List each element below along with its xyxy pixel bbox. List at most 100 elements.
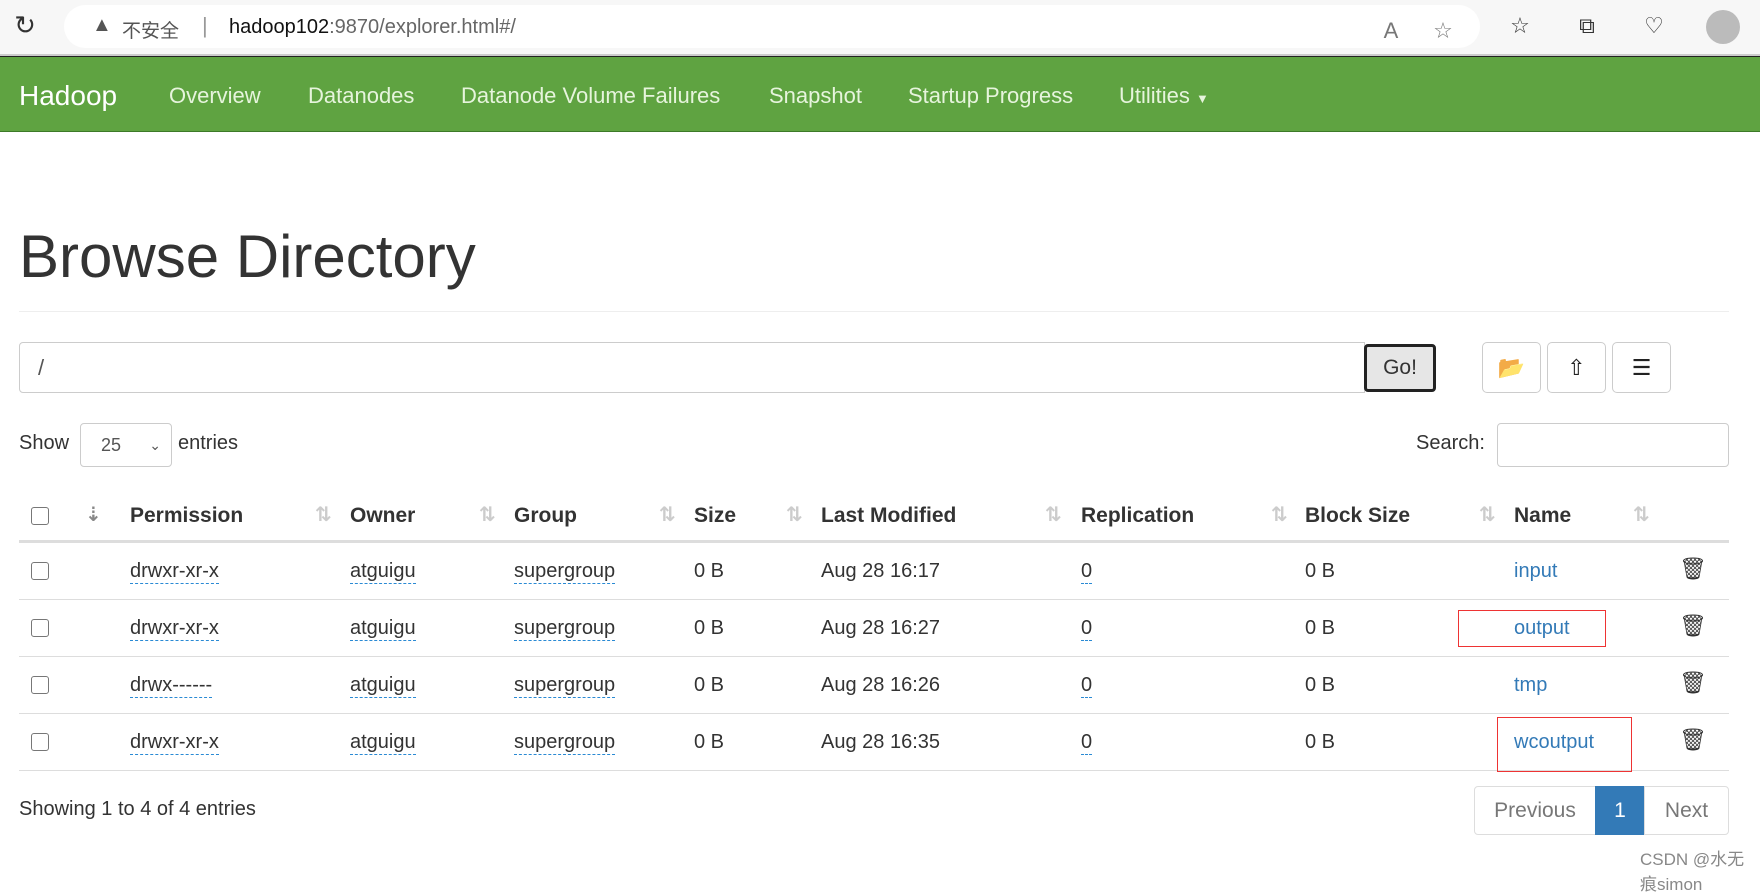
- search-label: Search:: [1416, 432, 1485, 454]
- owner-cell[interactable]: atguigu: [350, 617, 416, 641]
- name-link[interactable]: input: [1514, 560, 1557, 583]
- insecure-label: 不安全: [122, 21, 180, 42]
- upload-button[interactable]: ⇧: [1547, 342, 1606, 393]
- group-cell[interactable]: supergroup: [514, 560, 616, 584]
- table-row: drwxr-xr-x atguigu supergroup 0 B Aug 28 16:…: [19, 600, 1729, 657]
- nav-snapshot[interactable]: Snapshot: [769, 83, 862, 109]
- permission-cell[interactable]: drwxr-xr-x: [130, 560, 219, 584]
- sort-icon[interactable]: ⇅: [1271, 502, 1288, 527]
- go-button[interactable]: Go!: [1364, 344, 1436, 392]
- modified-cell: Aug 28 16:26: [821, 674, 940, 696]
- sort-icon[interactable]: ⇅: [1045, 502, 1062, 527]
- sort-icon[interactable]: ⇅: [659, 502, 676, 527]
- trash-icon[interactable]: 🗑: [1679, 556, 1707, 582]
- size-cell: 0 B: [694, 560, 725, 582]
- page-size-select[interactable]: 25 ⌄: [80, 423, 172, 467]
- replication-cell[interactable]: 0: [1081, 674, 1093, 698]
- browser-essentials-icon[interactable]: ♡: [1637, 13, 1671, 39]
- block-size-cell: 0 B: [1305, 674, 1336, 696]
- nav-volume-failures[interactable]: Datanode Volume Failures: [461, 83, 720, 109]
- col-last-modified[interactable]: Last Modified: [821, 504, 956, 528]
- sort-icon[interactable]: ⇣: [85, 502, 102, 527]
- col-owner[interactable]: Owner: [350, 504, 415, 528]
- sort-icon[interactable]: ⇅: [786, 502, 803, 527]
- col-permission[interactable]: Permission: [130, 504, 243, 528]
- replication-cell[interactable]: 0: [1081, 617, 1093, 641]
- group-cell[interactable]: supergroup: [514, 731, 616, 755]
- group-cell[interactable]: supergroup: [514, 674, 616, 698]
- divider: [19, 311, 1729, 312]
- browser-toolbar: ↻ ▲ 不安全 | hadoop102:9870/explorer.html#/…: [0, 0, 1760, 56]
- modified-cell: Aug 28 16:35: [821, 731, 940, 753]
- trash-icon[interactable]: 🗑: [1679, 670, 1707, 696]
- sort-icon[interactable]: ⇅: [1633, 502, 1650, 527]
- owner-cell[interactable]: atguigu: [350, 731, 416, 755]
- col-replication[interactable]: Replication: [1081, 504, 1194, 528]
- navbar: Hadoop Overview Datanodes Datanode Volum…: [0, 56, 1760, 132]
- group-cell[interactable]: supergroup: [514, 617, 616, 641]
- entries-label: entries: [178, 432, 239, 454]
- owner-cell[interactable]: atguigu: [350, 674, 416, 698]
- owner-cell[interactable]: atguigu: [350, 560, 416, 584]
- block-size-cell: 0 B: [1305, 617, 1336, 639]
- replication-cell[interactable]: 0: [1081, 731, 1093, 755]
- url-text[interactable]: hadoop102:9870/explorer.html#/: [229, 16, 516, 39]
- sort-icon[interactable]: ⇅: [1479, 502, 1496, 527]
- address-bar[interactable]: ▲ 不安全 | hadoop102:9870/explorer.html#/ A…: [64, 5, 1480, 48]
- col-group[interactable]: Group: [514, 504, 577, 528]
- replication-cell[interactable]: 0: [1081, 560, 1093, 584]
- page-title: Browse Directory: [19, 223, 476, 290]
- favorites-icon[interactable]: ☆: [1503, 13, 1537, 39]
- nav-overview[interactable]: Overview: [169, 83, 261, 109]
- path-input[interactable]: [19, 342, 1365, 393]
- name-link[interactable]: tmp: [1514, 674, 1547, 697]
- brand[interactable]: Hadoop: [19, 80, 117, 112]
- col-name[interactable]: Name: [1514, 504, 1571, 528]
- trash-icon[interactable]: 🗑: [1679, 727, 1707, 753]
- cut-paste-button[interactable]: ☰: [1612, 342, 1671, 393]
- search-input[interactable]: [1497, 423, 1729, 467]
- warning-icon: ▲: [92, 14, 112, 36]
- nav-datanodes[interactable]: Datanodes: [308, 83, 414, 109]
- sort-icon[interactable]: ⇅: [479, 502, 496, 527]
- nav-utilities[interactable]: Utilities ▼: [1119, 83, 1209, 109]
- separator: |: [202, 13, 208, 38]
- nav-utilities-label: Utilities: [1119, 83, 1190, 108]
- permission-cell[interactable]: drwx------: [130, 674, 213, 698]
- read-aloud-icon[interactable]: A: [1374, 18, 1408, 44]
- page-1-button[interactable]: 1: [1595, 786, 1645, 835]
- select-all-checkbox[interactable]: [31, 507, 49, 525]
- previous-button[interactable]: Previous: [1474, 786, 1596, 835]
- size-cell: 0 B: [694, 731, 725, 753]
- cloud-upload-icon: ⇧: [1567, 355, 1586, 380]
- row-checkbox[interactable]: [31, 676, 49, 694]
- row-checkbox[interactable]: [31, 733, 49, 751]
- reload-icon[interactable]: ↻: [10, 10, 40, 40]
- create-directory-button[interactable]: 📂: [1482, 342, 1541, 393]
- modified-cell: Aug 28 16:17: [821, 560, 940, 582]
- size-cell: 0 B: [694, 674, 725, 696]
- table-info: Showing 1 to 4 of 4 entries: [19, 798, 256, 820]
- trash-icon[interactable]: 🗑: [1679, 613, 1707, 639]
- url-host: hadoop102: [229, 16, 330, 38]
- url-path: :9870/explorer.html#/: [329, 16, 516, 38]
- sort-icon[interactable]: ⇅: [315, 502, 332, 527]
- profile-avatar[interactable]: [1706, 10, 1740, 44]
- block-size-cell: 0 B: [1305, 731, 1336, 753]
- next-button[interactable]: Next: [1644, 786, 1729, 835]
- table-row: drwxr-xr-x atguigu supergroup 0 B Aug 28 16:…: [19, 714, 1729, 772]
- table-header: ⇣ Permission ⇅ Owner ⇅ Group ⇅ Size ⇅ Last M…: [19, 489, 1729, 543]
- show-label: Show: [19, 432, 70, 454]
- table-row: drwx------ atguigu supergroup 0 B Aug 28 16:…: [19, 657, 1729, 714]
- permission-cell[interactable]: drwxr-xr-x: [130, 617, 219, 641]
- highlight-box: [1458, 610, 1606, 647]
- col-block-size[interactable]: Block Size: [1305, 504, 1410, 528]
- permission-cell[interactable]: drwxr-xr-x: [130, 731, 219, 755]
- row-checkbox[interactable]: [31, 619, 49, 637]
- row-checkbox[interactable]: [31, 562, 49, 580]
- add-favorite-icon[interactable]: ☆: [1426, 18, 1460, 44]
- list-icon: ☰: [1631, 355, 1652, 380]
- nav-startup-progress[interactable]: Startup Progress: [908, 83, 1073, 109]
- col-size[interactable]: Size: [694, 504, 736, 528]
- collections-icon[interactable]: ⧉: [1570, 13, 1604, 39]
